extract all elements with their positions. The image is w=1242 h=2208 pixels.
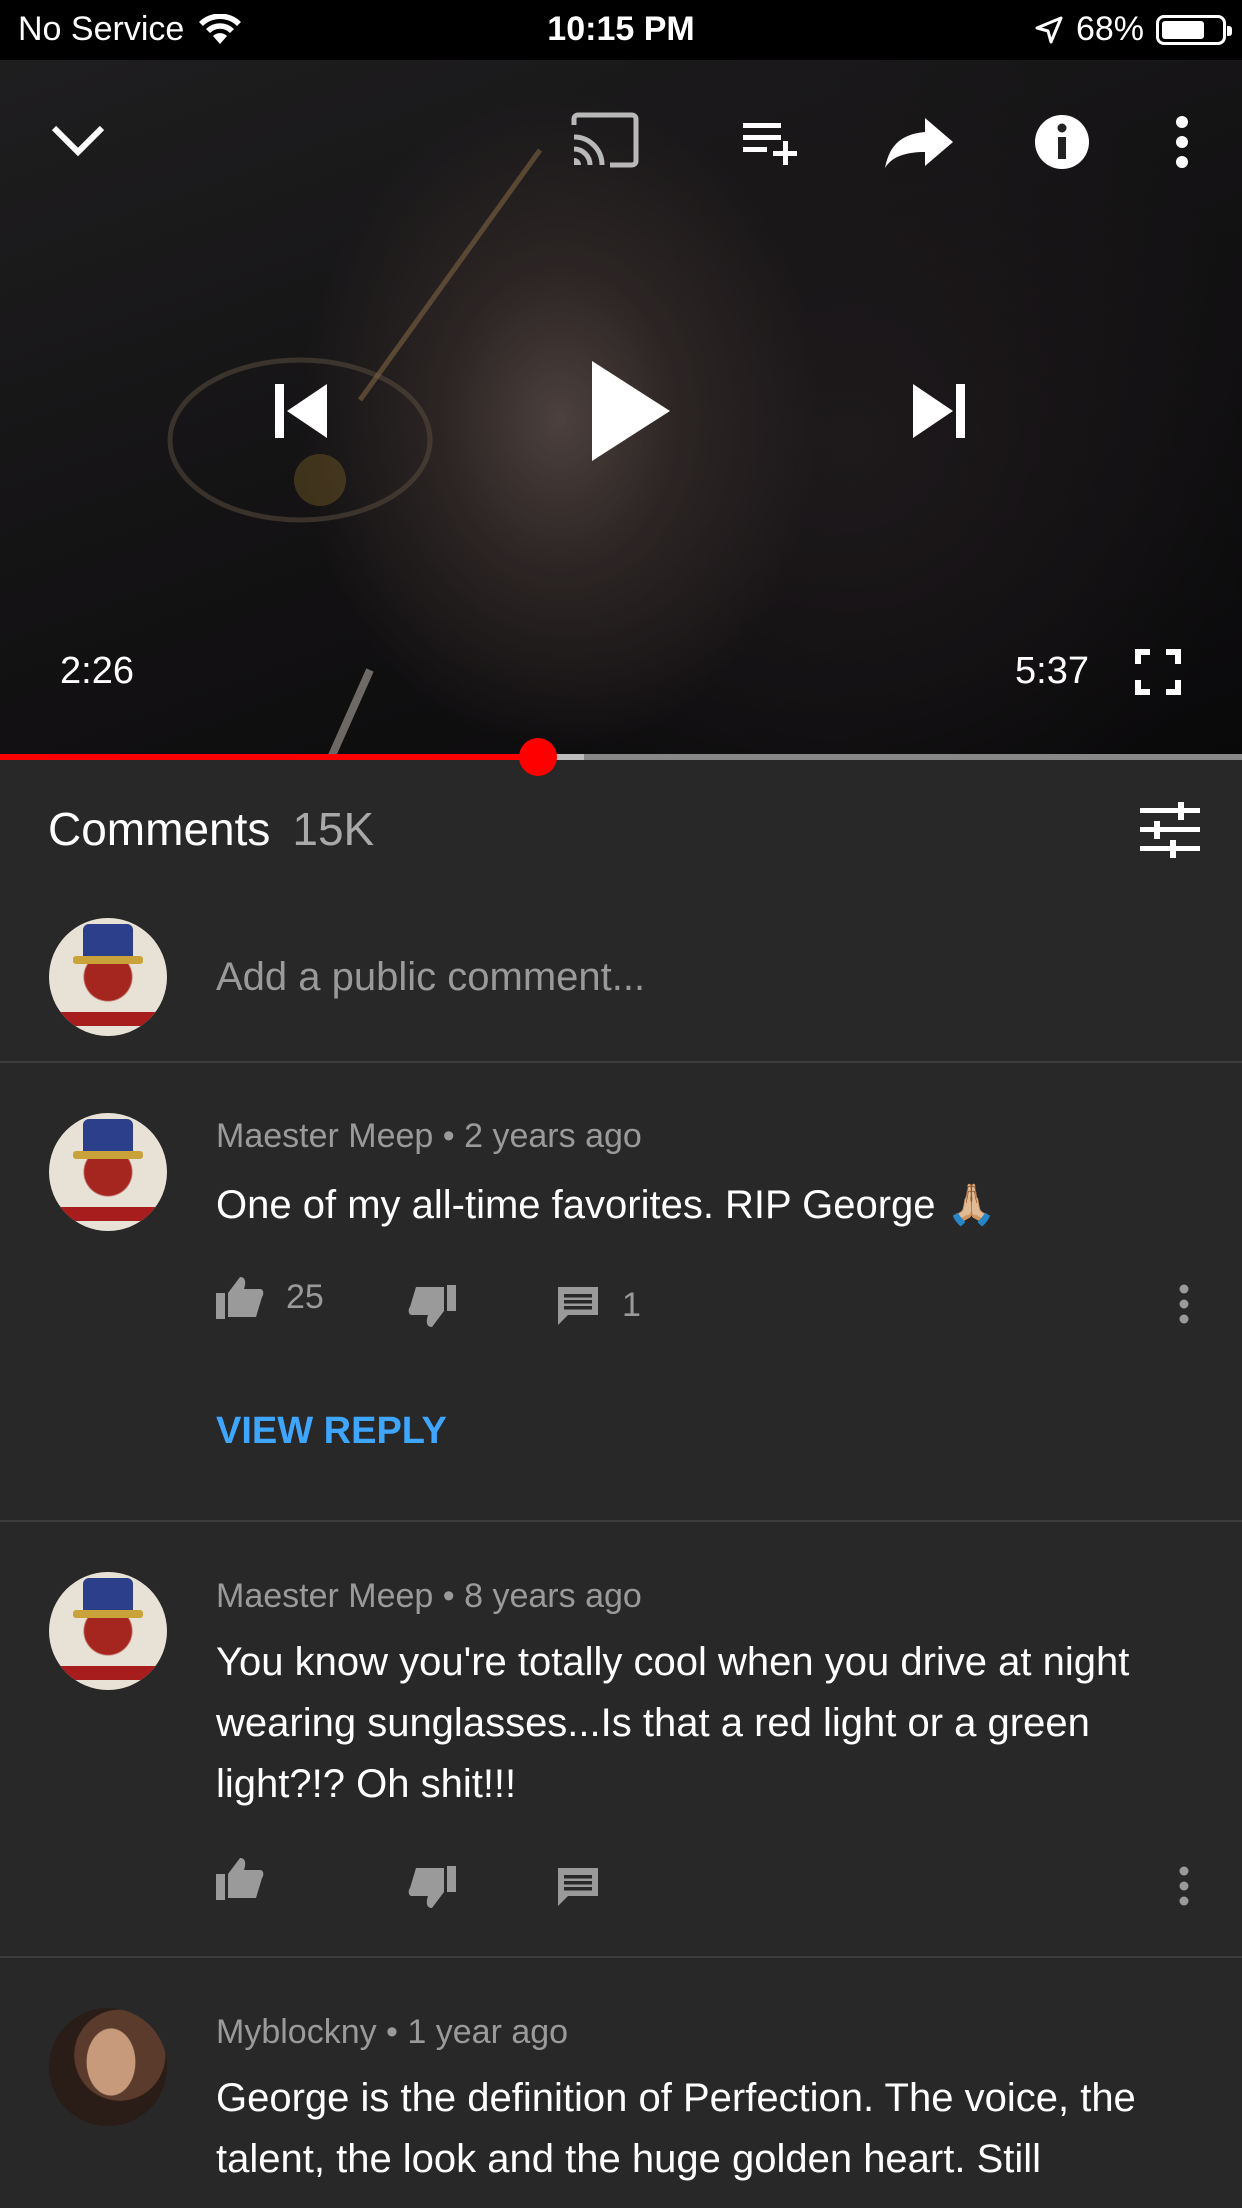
comment-avatar[interactable] [49,1572,167,1690]
more-vert-icon [1176,116,1188,168]
comments-title: Comments [48,803,271,855]
battery-icon [1156,14,1232,45]
comment-meta: Maester Meep • 8 years ago [216,1577,642,1615]
comment-age: 2 years ago [464,1117,642,1155]
divider [0,1061,1242,1063]
view-reply-link[interactable]: VIEW REPLY [216,1410,447,1453]
reply-button[interactable]: 1 [556,1285,641,1325]
divider [0,1520,1242,1522]
info-button[interactable] [1030,110,1094,174]
battery-percent: 68% [1075,10,1144,48]
comment-age: 8 years ago [464,1577,642,1615]
comment-meta: Maester Meep • 2 years ago [216,1117,642,1155]
status-right: 68% [1034,10,1232,49]
current-time: 2:26 [60,650,134,692]
reply-button[interactable] [556,1866,600,1906]
dislike-button[interactable] [408,1866,456,1910]
comment-author[interactable]: Maester Meep [216,1117,433,1155]
divider [0,1956,1242,1958]
chevron-down-icon [51,125,105,157]
comment-author[interactable]: Myblockny [216,2013,377,2051]
seek-handle[interactable] [518,738,557,776]
duration: 5:37 [1015,650,1089,692]
comment-avatar[interactable] [49,1113,167,1231]
previous-button[interactable] [266,376,336,446]
fullscreen-icon [1135,649,1181,695]
comment-more-icon[interactable] [1178,1284,1190,1324]
comment-text: You know you're totally cool when you dr… [216,1640,1130,1806]
location-arrow-icon [1035,16,1063,43]
add-to-queue-button[interactable] [740,112,806,172]
like-button[interactable] [216,1856,264,1900]
comment-text: One of my all-time favorites. RIP George… [216,1183,997,1227]
thumb-up-icon [216,1858,264,1900]
add-to-queue-icon [743,123,797,165]
sort-comments-button[interactable] [1140,802,1200,863]
comment-icon [558,1868,598,1906]
previous-icon [275,384,327,438]
comment-avatar[interactable] [49,2008,167,2126]
next-button[interactable] [904,376,974,446]
comment-icon [558,1287,598,1325]
cast-button[interactable] [568,108,642,172]
comment-meta: Myblockny • 1 year ago [216,2013,569,2051]
more-options-button[interactable] [1162,110,1202,174]
carrier-label: No Service [18,10,185,48]
thumb-up-icon [216,1277,264,1319]
like-button[interactable]: 25 [216,1275,324,1319]
fullscreen-button[interactable] [1132,646,1184,698]
tune-icon [1140,802,1200,858]
wifi-icon [199,13,242,44]
comment-more-icon[interactable] [1178,1866,1190,1906]
minimize-button[interactable] [48,110,108,170]
info-icon [1035,115,1089,169]
add-comment-input[interactable]: Add a public comment... [216,955,645,1000]
comment-text: George is the definition of Perfection. … [216,2076,1136,2181]
like-count: 25 [286,1277,324,1316]
played-bar [0,754,538,760]
reply-count: 1 [622,1285,641,1324]
video-player[interactable]: 2:26 5:37 [0,60,1242,755]
seek-bar[interactable] [0,738,1242,776]
user-avatar [49,918,167,1036]
comment-author[interactable]: Maester Meep [216,1577,433,1615]
share-button[interactable] [882,110,956,174]
next-icon [913,384,965,438]
comments-count: 15K [292,803,375,855]
play-button[interactable] [580,356,680,466]
comments-header: Comments 15K [48,802,374,856]
share-icon [885,118,953,168]
play-icon [592,361,670,461]
comment-age: 1 year ago [407,2013,569,2051]
thumb-down-icon [408,1285,456,1327]
cast-icon [571,112,639,168]
status-bar: No Service 10:15 PM 68% [0,0,1242,60]
dislike-button[interactable] [408,1285,456,1329]
status-left: No Service [18,10,242,49]
thumb-down-icon [408,1866,456,1908]
